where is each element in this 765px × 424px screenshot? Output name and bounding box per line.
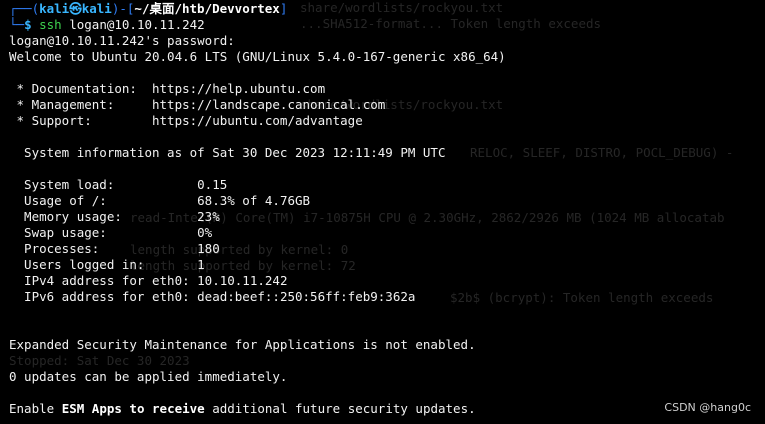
sysinfo-label: Memory usage:	[9, 209, 198, 224]
sysinfo-row: Swap usage: 0%	[9, 225, 765, 241]
sysinfo-value: 1	[197, 257, 205, 272]
prompt-frame: ┌──(	[9, 1, 40, 16]
updates-notice: 0 updates can be applied immediately.	[9, 369, 288, 384]
esm-text: additional future security updates.	[204, 401, 476, 416]
prompt-dollar: $	[24, 17, 32, 32]
sysinfo-row: Usage of /: 68.3% of 4.76GB	[9, 193, 765, 209]
sysinfo-value: 180	[197, 241, 220, 256]
link-management: * Management: https://landscape.canonica…	[9, 97, 765, 113]
esm-apps-emphasis: ESM Apps	[61, 401, 122, 416]
prompt-user: kali	[39, 1, 70, 16]
prompt-separator: )-[	[111, 1, 135, 16]
sysinfo-row: Processes: 180	[9, 241, 765, 257]
link-url[interactable]: https://landscape.canonical.com	[152, 97, 385, 112]
sysinfo-row: System load: 0.15	[9, 177, 765, 193]
sysinfo-label: IPv4 address for eth0:	[9, 273, 198, 288]
prompt-host: kali	[81, 1, 112, 16]
command-argument: logan@10.10.11.242	[61, 17, 205, 32]
sysinfo-value: 68.3% of 4.76GB	[197, 193, 311, 208]
link-documentation: * Documentation: https://help.ubuntu.com	[9, 81, 765, 97]
esm-text: to	[121, 401, 153, 416]
esm-notice: Expanded Security Maintenance for Applic…	[9, 337, 476, 352]
sysinfo-value: 10.10.11.242	[197, 273, 288, 288]
link-support: * Support: https://ubuntu.com/advantage	[9, 113, 765, 129]
sysinfo-header: System information as of Sat 30 Dec 2023…	[9, 145, 446, 160]
prompt-path: ~/桌面/htb/Devvortex	[134, 1, 280, 16]
esm-text: Enable	[9, 401, 62, 416]
link-url[interactable]: https://help.ubuntu.com	[152, 81, 325, 96]
link-label: * Management:	[9, 97, 152, 112]
sysinfo-label: System load:	[9, 177, 198, 192]
sysinfo-row: IPv4 address for eth0: 10.10.11.242	[9, 273, 765, 289]
password-prompt: logan@10.10.11.242's password:	[9, 33, 235, 48]
sysinfo-value: 0%	[197, 225, 213, 240]
terminal-window[interactable]: share/wordlists/rockyou.txt ...SHA512-fo…	[0, 0, 765, 424]
prompt-line: ┌──(kali㉿kali)-[~/桌面/htb/Devvortex]	[9, 1, 765, 17]
sysinfo-row: IPv6 address for eth0: dead:beef::250:56…	[9, 289, 765, 305]
prompt-corner: └─	[9, 17, 25, 32]
sysinfo-label: Usage of /:	[9, 193, 198, 208]
esm-apps-notice: Enable ESM Apps to receive additional fu…	[9, 401, 765, 417]
sysinfo-row: Memory usage: 23%	[9, 209, 765, 225]
sysinfo-label: Processes:	[9, 241, 198, 256]
sysinfo-label: Users logged in:	[9, 257, 198, 272]
link-url[interactable]: https://ubuntu.com/advantage	[152, 113, 363, 128]
link-label: * Support:	[9, 113, 152, 128]
sysinfo-value: 0.15	[197, 177, 228, 192]
command-name: ssh	[39, 17, 62, 32]
sysinfo-label: Swap usage:	[9, 225, 198, 240]
sysinfo-value: dead:beef::250:56ff:feb9:362a	[197, 289, 416, 304]
prompt-close-bracket: ]	[279, 1, 288, 16]
link-label: * Documentation:	[9, 81, 152, 96]
sysinfo-label: IPv6 address for eth0:	[9, 289, 198, 304]
receive-emphasis: receive	[152, 401, 205, 416]
welcome-banner: Welcome to Ubuntu 20.04.6 LTS (GNU/Linux…	[9, 49, 506, 64]
terminal-output: ┌──(kali㉿kali)-[~/桌面/htb/Devvortex] └─$ …	[9, 1, 765, 417]
command-line[interactable]: └─$ ssh logan@10.10.11.242	[9, 17, 765, 33]
watermark: CSDN @hang0c	[664, 401, 751, 414]
sysinfo-value: 23%	[197, 209, 220, 224]
prompt-at-symbol: ㉿	[69, 1, 82, 16]
sysinfo-row: Users logged in: 1	[9, 257, 765, 273]
